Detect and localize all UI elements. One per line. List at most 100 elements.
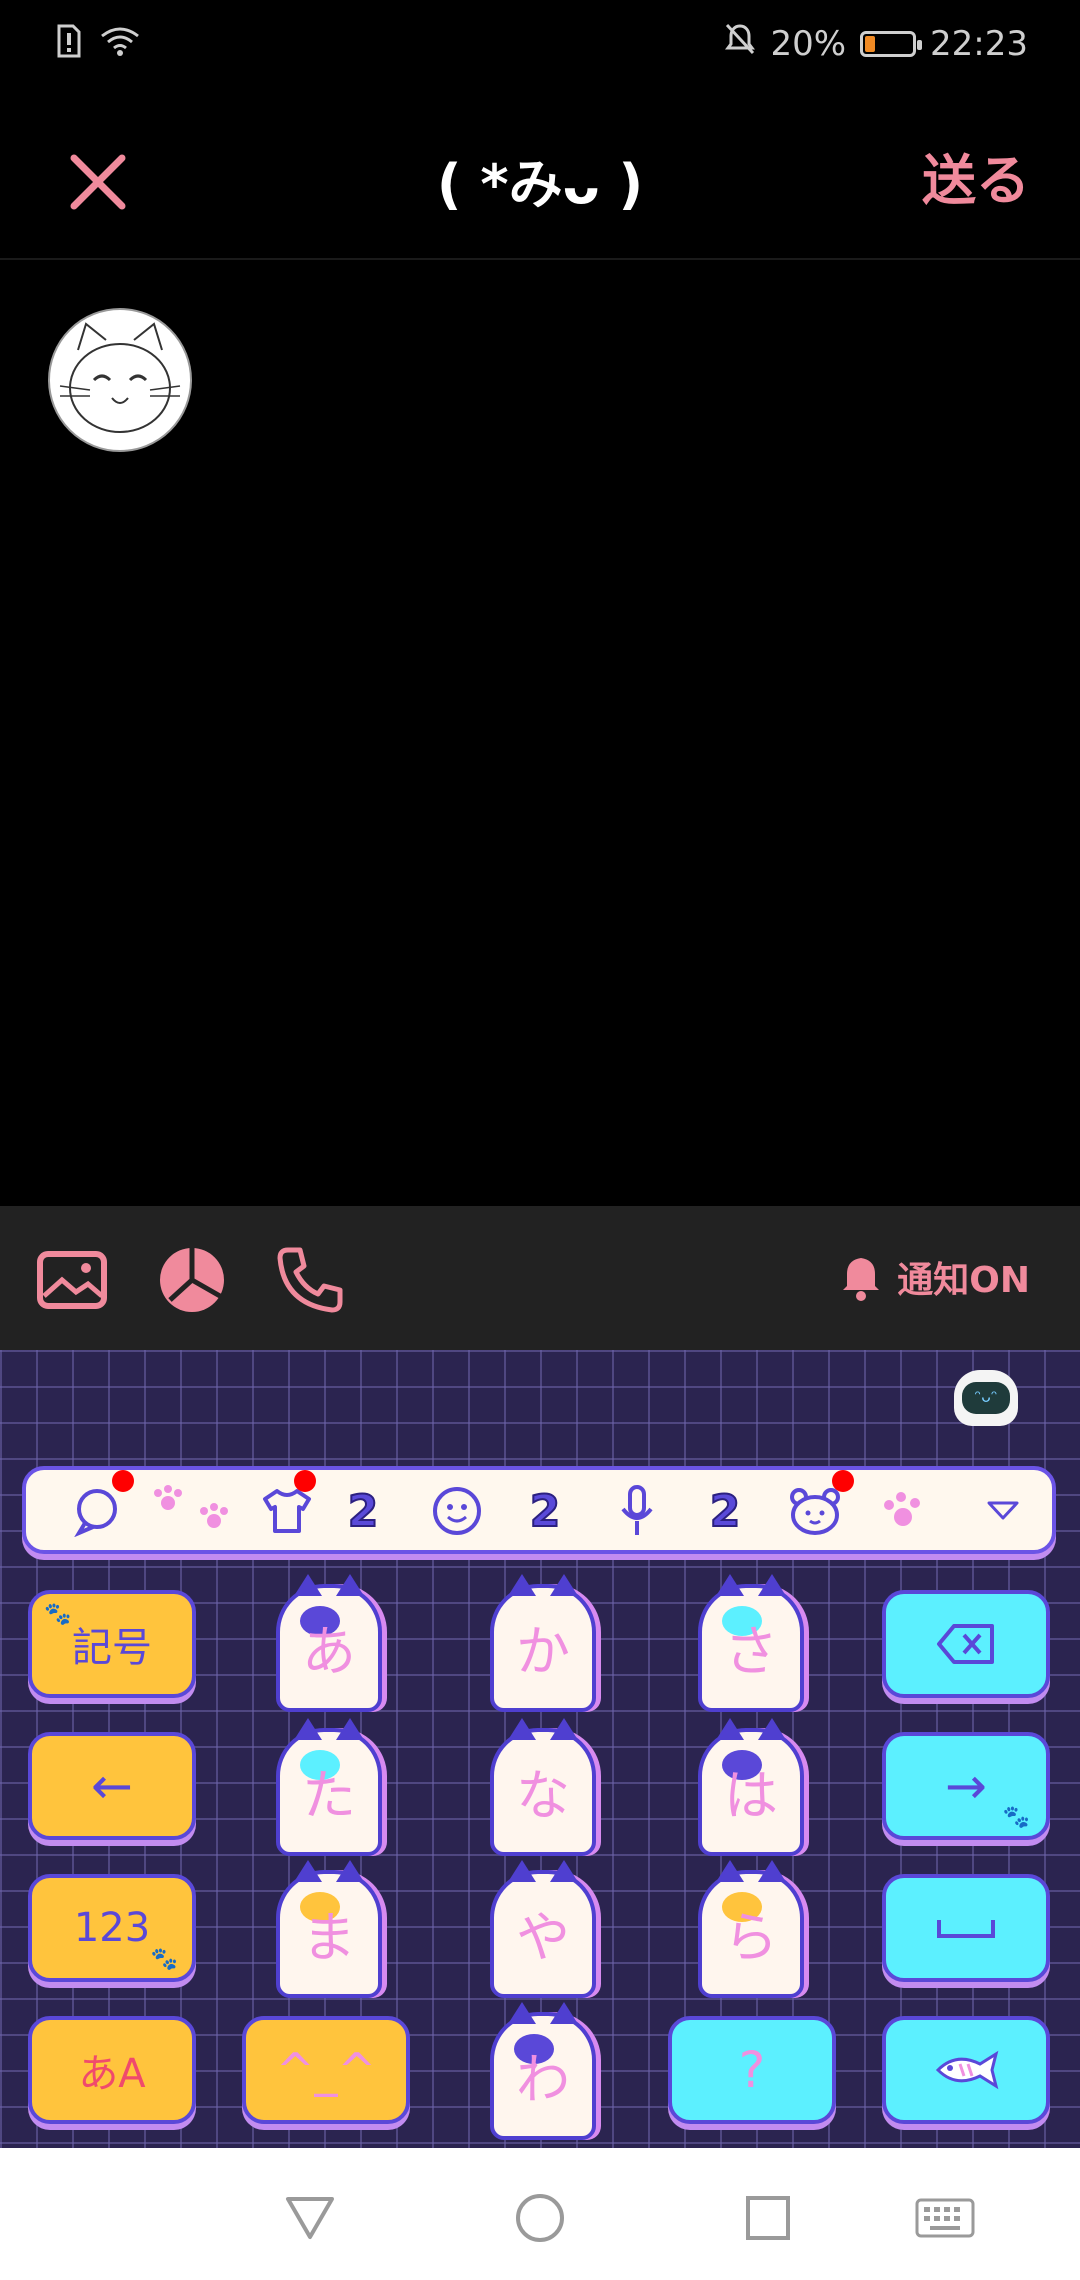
clock: 22:23 — [930, 23, 1028, 64]
avatar[interactable] — [48, 308, 192, 452]
punctuation-key[interactable]: ? — [668, 2016, 836, 2124]
notify-label: 通知ON — [897, 1260, 1030, 1301]
backspace-key[interactable] — [882, 1590, 1050, 1698]
numbers-key-label: 123 — [73, 1905, 151, 1951]
smiley-icon — [433, 1487, 481, 1535]
wifi-icon — [100, 26, 140, 60]
symbols-key-label: 記号 — [72, 1625, 152, 1671]
bell-icon — [843, 1258, 880, 1301]
home-circle-icon — [516, 2194, 564, 2242]
chevron-down-icon — [987, 1501, 1019, 1520]
microphone-icon — [621, 1485, 653, 1535]
notification-dot — [112, 1470, 134, 1492]
battery-percent: 20% — [770, 23, 847, 64]
bear-face-icon — [790, 1488, 840, 1535]
symbols-key[interactable]: 🐾 記号 — [28, 1590, 196, 1698]
back-triangle-icon — [286, 2197, 334, 2239]
cursor-left-label: ← — [91, 1757, 133, 1815]
status-left — [56, 24, 140, 62]
cursor-right-label: → — [945, 1757, 987, 1815]
collapse-button[interactable] — [972, 1480, 1034, 1542]
pie-button[interactable] — [154, 1242, 230, 1318]
space-icon — [937, 1920, 995, 1938]
page-title: ( *みᴗ ) — [436, 153, 644, 216]
image-icon — [37, 1251, 107, 1309]
paw-icon: 🐾 — [1002, 1805, 1030, 1830]
kana-key-ma[interactable]: ま — [264, 1860, 394, 2000]
kana-key-label: あ — [302, 1619, 356, 1683]
mascot-button[interactable]: ᵔᴗᵔ — [954, 1370, 1018, 1426]
speech-bubble-icon — [74, 1489, 117, 1537]
message-area[interactable] — [0, 260, 1080, 1206]
kana-key-ya[interactable]: や — [478, 1860, 608, 2000]
cursor-left-key[interactable]: ← — [28, 1732, 196, 1840]
emoji-count-3: 2 — [709, 1485, 742, 1538]
kana-key-a[interactable]: あ — [264, 1574, 394, 1714]
notify-toggle[interactable]: 通知ON — [833, 1250, 1030, 1304]
sim-alert-icon — [56, 24, 82, 62]
kana-key-label: ら — [724, 1905, 778, 1969]
battery-icon — [860, 30, 923, 57]
keyboard-switch-button[interactable] — [912, 2188, 978, 2248]
pie-chart-icon — [160, 1248, 224, 1312]
back-button[interactable] — [280, 2188, 340, 2248]
kana-key-ha[interactable]: は — [686, 1718, 816, 1858]
punctuation-key-label: ? — [738, 2041, 766, 2099]
robot-cat-icon: ᵔᴗᵔ — [962, 1382, 1010, 1414]
battery-fill — [865, 35, 876, 52]
kana-key-ta[interactable]: た — [264, 1718, 394, 1858]
mute-bell-icon — [724, 22, 756, 65]
keyboard: ᵔᴗᵔ 2 2 2 🐾 記号 ← 123 🐾 あA → 🐾 あ か さ た な … — [0, 1350, 1080, 2148]
paw-tab[interactable] — [872, 1480, 934, 1542]
keyboard-icon — [915, 2198, 975, 2238]
cursor-right-key[interactable]: → 🐾 — [882, 1732, 1050, 1840]
notification-dot — [294, 1470, 316, 1492]
mode-switch-key[interactable]: あA — [28, 2016, 196, 2124]
send-button[interactable]: 送る — [922, 136, 1030, 215]
kana-key-label: わ — [516, 2047, 570, 2111]
home-button[interactable] — [510, 2188, 570, 2248]
recents-button[interactable] — [738, 2188, 798, 2248]
fish-key[interactable] — [882, 2016, 1050, 2124]
shirt-icon — [263, 1489, 311, 1533]
call-button[interactable] — [272, 1242, 348, 1318]
status-right: 20% 22:23 — [724, 22, 1028, 65]
kana-key-wa[interactable]: わ — [478, 2002, 608, 2142]
status-bar: 20% 22:23 — [0, 0, 1080, 92]
emoticon-key[interactable]: ^_^ — [242, 2016, 410, 2124]
notification-dot — [832, 1470, 854, 1492]
kana-key-ka[interactable]: か — [478, 1574, 608, 1714]
kana-key-label: や — [516, 1905, 570, 1969]
emoji-category-bar: 2 2 2 — [22, 1466, 1056, 1554]
kana-key-label: ま — [302, 1905, 356, 1969]
compose-header: ( *みᴗ ) 送る — [0, 92, 1080, 260]
system-nav-bar — [0, 2148, 1080, 2280]
cat-face-avatar-icon — [59, 322, 181, 433]
attachment-toolbar: 通知ON — [0, 1206, 1080, 1350]
emoji-count-1: 2 — [347, 1485, 380, 1538]
space-key[interactable] — [882, 1874, 1050, 1982]
backspace-icon — [937, 1624, 994, 1664]
image-button[interactable] — [34, 1242, 110, 1318]
paw-icon: 🐾 — [44, 1602, 72, 1627]
paw-prints-icon — [154, 1485, 228, 1528]
kana-key-label: か — [516, 1619, 570, 1683]
kana-key-na[interactable]: な — [478, 1718, 608, 1858]
voice-tab[interactable] — [606, 1480, 668, 1542]
recents-square-icon — [746, 2196, 790, 2240]
mode-switch-label: あA — [78, 2051, 146, 2097]
kana-key-label: な — [516, 1763, 570, 1827]
kana-key-label: は — [724, 1763, 778, 1827]
emoji-count-2: 2 — [529, 1485, 562, 1538]
smiley-tab[interactable] — [426, 1480, 488, 1542]
kana-key-label: た — [302, 1763, 356, 1827]
paw-icon — [884, 1492, 920, 1526]
kana-key-ra[interactable]: ら — [686, 1860, 816, 2000]
emoticon-key-label: ^_^ — [275, 2043, 377, 2097]
fish-icon — [935, 2050, 999, 2090]
kana-key-label: さ — [724, 1619, 778, 1683]
kana-key-sa[interactable]: さ — [686, 1574, 816, 1714]
paws-tab[interactable] — [146, 1480, 246, 1542]
paw-icon: 🐾 — [150, 1947, 178, 1972]
numbers-key[interactable]: 123 🐾 — [28, 1874, 196, 1982]
